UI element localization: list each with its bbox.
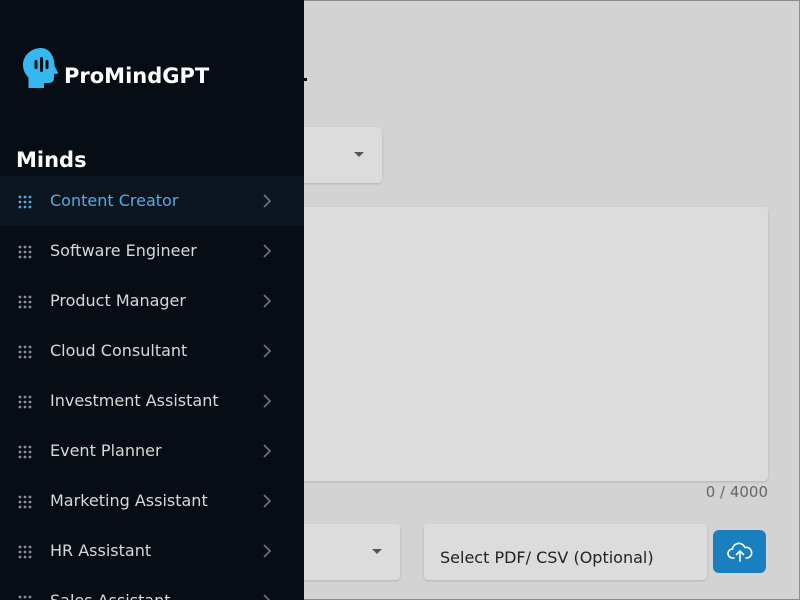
sidebar-item-product-manager[interactable]: Product Manager	[0, 276, 304, 326]
head-profile-icon	[23, 48, 59, 88]
prompt-textarea[interactable]	[230, 207, 768, 481]
chevron-right-icon	[263, 344, 272, 358]
caret-down-icon	[372, 549, 382, 554]
grid-dots-icon	[18, 595, 32, 599]
grid-dots-icon	[18, 195, 32, 209]
sidebar-item-label: Cloud Consultant	[50, 341, 188, 360]
sidebar-item-label: Event Planner	[50, 441, 162, 460]
cloud-upload-icon	[726, 542, 752, 562]
char-counter: 0 / 4000	[705, 483, 768, 501]
sidebar-item-label: Content Creator	[50, 191, 179, 210]
chevron-right-icon	[263, 394, 272, 408]
chevron-right-icon	[263, 544, 272, 558]
grid-dots-icon	[18, 345, 32, 359]
brand[interactable]: ProMindGPT	[22, 46, 209, 90]
grid-dots-icon	[18, 395, 32, 409]
sidebar-section-title: Minds	[16, 148, 87, 172]
grid-dots-icon	[18, 545, 32, 559]
sidebar-item-hr-assistant[interactable]: HR Assistant	[0, 526, 304, 576]
sidebar-nav: Content Creator Software Engineer Produc…	[0, 176, 304, 600]
sidebar-item-label: Software Engineer	[50, 241, 197, 260]
sidebar-item-label: Marketing Assistant	[50, 491, 208, 510]
chevron-right-icon	[263, 294, 272, 308]
sidebar-item-cloud-consultant[interactable]: Cloud Consultant	[0, 326, 304, 376]
sidebar-item-label: Investment Assistant	[50, 391, 219, 410]
file-select-field[interactable]: Select PDF/ CSV (Optional)	[424, 524, 707, 580]
upload-button[interactable]	[713, 530, 766, 573]
app-name: ProMindGPT	[64, 64, 210, 88]
chevron-right-icon	[263, 244, 272, 258]
chevron-right-icon	[263, 194, 272, 208]
caret-down-icon	[354, 152, 364, 157]
sidebar-item-label: Product Manager	[50, 291, 186, 310]
sidebar-item-event-planner[interactable]: Event Planner	[0, 426, 304, 476]
sidebar-drawer: ProMindGPT Minds Content Creator Softwar…	[0, 0, 304, 600]
chevron-right-icon	[263, 594, 271, 600]
sidebar-item-content-creator[interactable]: Content Creator	[0, 176, 304, 226]
sidebar-item-investment-assistant[interactable]: Investment Assistant	[0, 376, 304, 426]
sidebar-item-sales-assistant[interactable]: Sales Assistant	[0, 576, 304, 600]
file-select-label: Select PDF/ CSV (Optional)	[440, 548, 654, 567]
grid-dots-icon	[18, 495, 32, 509]
chevron-right-icon	[263, 494, 272, 508]
sidebar-item-label: Sales Assistant	[50, 591, 171, 600]
chevron-right-icon	[263, 444, 272, 458]
sidebar-item-software-engineer[interactable]: Software Engineer	[0, 226, 304, 276]
sidebar-item-label: HR Assistant	[50, 541, 152, 560]
grid-dots-icon	[18, 245, 32, 259]
grid-dots-icon	[18, 445, 32, 459]
grid-dots-icon	[18, 295, 32, 309]
sidebar-item-marketing-assistant[interactable]: Marketing Assistant	[0, 476, 304, 526]
